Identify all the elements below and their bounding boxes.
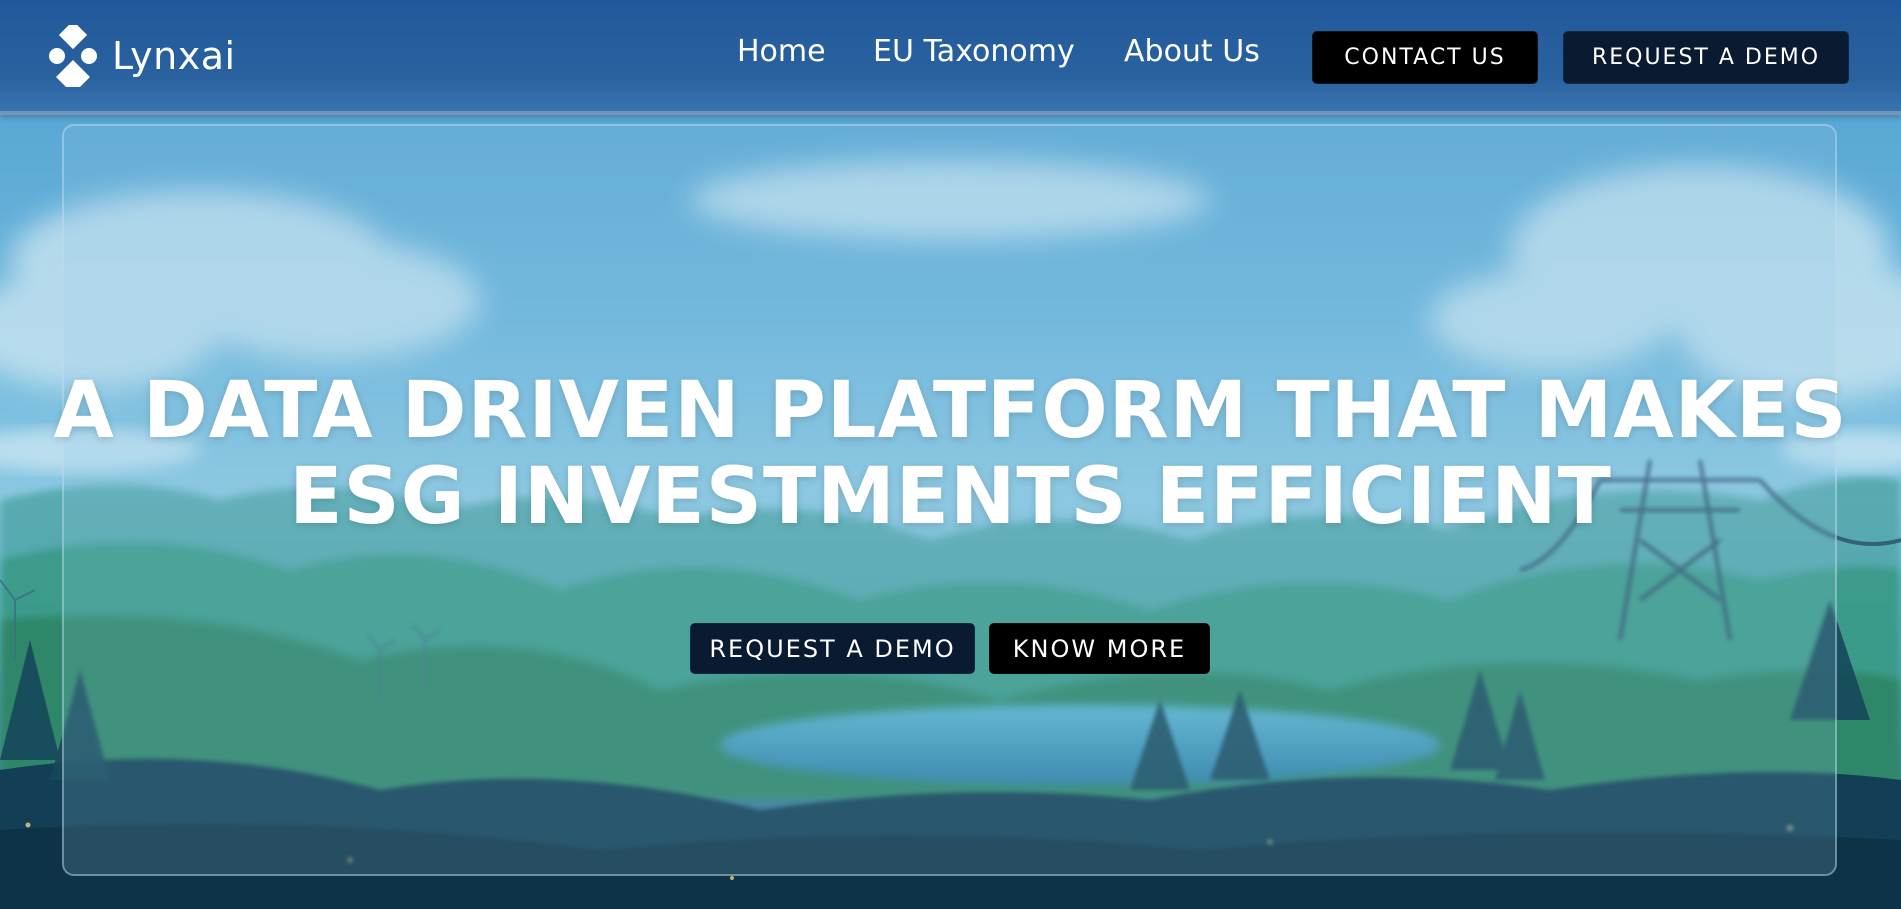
contact-us-button[interactable]: CONTACT US — [1312, 31, 1538, 84]
lynxai-logo-icon — [49, 25, 97, 87]
brand-name: Lynxai — [112, 34, 236, 78]
header-request-demo-button[interactable]: REQUEST A DEMO — [1563, 31, 1849, 84]
hero-title-line-1: A DATA DRIVEN PLATFORM THAT MAKES — [53, 366, 1848, 456]
hero-title-line-2: ESG INVESTMENTS EFFICIENT — [289, 452, 1612, 542]
hero-request-demo-button[interactable]: REQUEST A DEMO — [690, 623, 975, 674]
know-more-button[interactable]: KNOW MORE — [989, 623, 1210, 674]
site-header: Lynxai Home EU Taxonomy About Us CONTACT… — [0, 0, 1901, 115]
hero-title: A DATA DRIVEN PLATFORM THAT MAKES ESG IN… — [0, 368, 1901, 540]
nav-link-home[interactable]: Home — [737, 34, 826, 69]
nav-link-about-us[interactable]: About Us — [1124, 34, 1260, 69]
brand-logo-link[interactable]: Lynxai — [48, 25, 236, 87]
nav-link-eu-taxonomy[interactable]: EU Taxonomy — [873, 34, 1075, 69]
